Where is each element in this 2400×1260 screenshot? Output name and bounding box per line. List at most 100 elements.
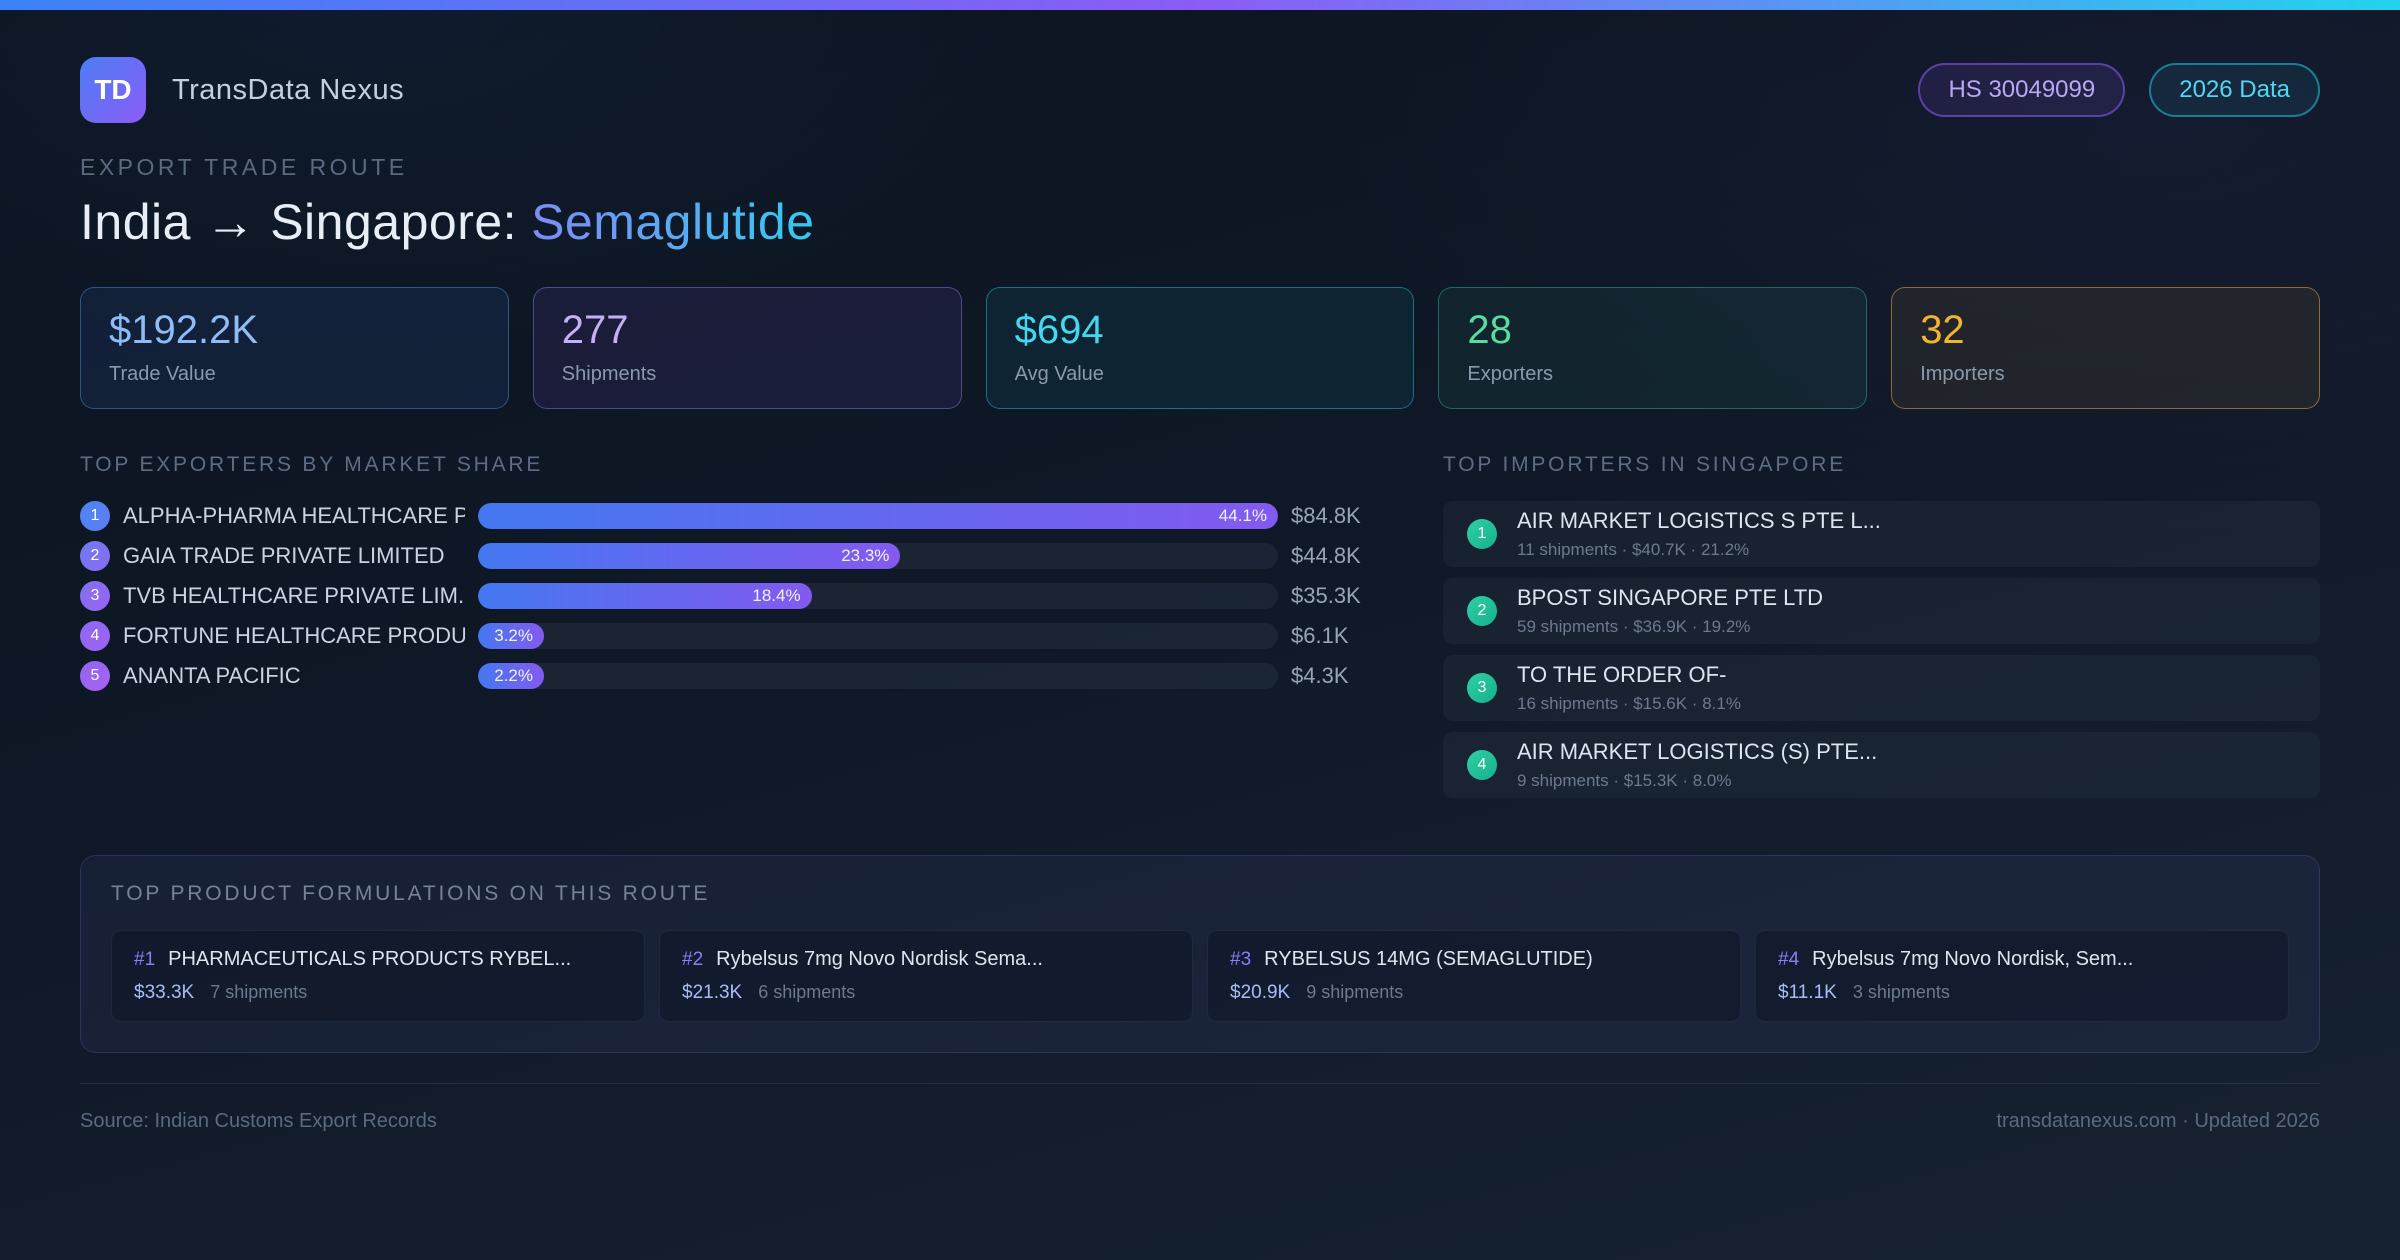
- product-card[interactable]: #3 RYBELSUS 14MG (SEMAGLUTIDE) $20.9K 9 …: [1207, 930, 1741, 1022]
- exporter-name: GAIA TRADE PRIVATE LIMITED: [123, 543, 445, 568]
- stat-value: $192.2K: [109, 308, 259, 352]
- importer-meta: 11 shipments · $40.7K · 21.2%: [1517, 540, 1750, 559]
- header: TD TransData Nexus HS 30049099 2026 Data: [80, 56, 2320, 124]
- product-name: RYBELSUS 14MG (SEMAGLUTIDE): [1264, 948, 1593, 970]
- stat-value: 32: [1920, 308, 1965, 352]
- importers-section-title: TOP IMPORTERS IN SINGAPORE: [1443, 453, 1847, 476]
- share-percent-label: 3.2%: [494, 626, 533, 645]
- stat-cards-row: $192.2K Trade Value 277 Shipments $694 A…: [80, 287, 2320, 409]
- product-value: $20.9K: [1230, 982, 1291, 1003]
- top-accent-bar: [0, 0, 2400, 10]
- exporters-section-title: TOP EXPORTERS BY MARKET SHARE: [80, 453, 544, 476]
- footer: Source: Indian Customs Export Records tr…: [80, 1083, 2320, 1133]
- rank-badge: 1: [80, 501, 110, 531]
- stat-card-importers: 32 Importers: [1891, 287, 2320, 409]
- share-percent-label: 18.4%: [752, 586, 801, 605]
- product-name: Rybelsus 7mg Novo Nordisk Sema...: [716, 948, 1043, 970]
- source-text: Source: Indian Customs Export Records: [80, 1110, 437, 1132]
- rank-badge: 2: [80, 541, 110, 571]
- exporter-name: TVB HEALTHCARE PRIVATE LIM...: [123, 583, 465, 608]
- product-rank: #3: [1230, 949, 1252, 970]
- market-share-bar-fill: 2.2%: [478, 663, 544, 689]
- market-share-bar-fill: 18.4%: [478, 583, 812, 609]
- dashboard-page: TD TransData Nexus HS 30049099 2026 Data…: [0, 10, 2400, 1133]
- exporter-name: ALPHA-PHARMA HEALTHCARE PR...: [123, 503, 465, 528]
- market-share-bar-fill: 23.3%: [478, 543, 901, 569]
- product-cards-row: #1 PHARMACEUTICALS PRODUCTS RYBEL... $33…: [111, 930, 2289, 1022]
- stat-label: Exporters: [1467, 363, 1553, 385]
- exporter-row[interactable]: 3 TVB HEALTHCARE PRIVATE LIM... 18.4% $3…: [80, 581, 1365, 611]
- product-value: $11.1K: [1778, 982, 1837, 1003]
- market-share-bar-track: 18.4%: [478, 583, 1278, 609]
- stat-value: 28: [1467, 308, 1512, 352]
- stat-label: Shipments: [561, 363, 657, 385]
- market-share-bar-track: 3.2%: [478, 623, 1278, 649]
- exporter-value: $84.8K: [1291, 503, 1361, 528]
- importer-meta: 16 shipments · $15.6K · 8.1%: [1517, 694, 1741, 713]
- product-name: Rybelsus 7mg Novo Nordisk, Sem...: [1812, 948, 2134, 970]
- app-logo: TD: [80, 57, 146, 123]
- product-card[interactable]: #1 PHARMACEUTICALS PRODUCTS RYBEL... $33…: [111, 930, 645, 1022]
- importer-name: AIR MARKET LOGISTICS S PTE L...: [1517, 508, 1881, 533]
- product-shipments: 7 shipments: [210, 982, 308, 1002]
- stat-label: Trade Value: [109, 363, 216, 385]
- products-section-title: TOP PRODUCT FORMULATIONS ON THIS ROUTE: [111, 882, 711, 905]
- importer-row[interactable]: 1 AIR MARKET LOGISTICS S PTE L... 11 shi…: [1443, 501, 2320, 567]
- rank-badge: 3: [1467, 673, 1497, 703]
- rank-badge: 3: [80, 581, 110, 611]
- stat-value: 277: [561, 308, 629, 352]
- market-share-bar-track: 2.2%: [478, 663, 1278, 689]
- product-rank: #1: [134, 949, 156, 970]
- importer-row[interactable]: 3 TO THE ORDER OF- 16 shipments · $15.6K…: [1443, 655, 2320, 721]
- share-percent-label: 2.2%: [494, 666, 533, 685]
- exporter-value: $44.8K: [1291, 543, 1361, 568]
- exporter-value: $6.1K: [1291, 623, 1349, 648]
- route-text: India → Singapore:: [80, 194, 518, 250]
- app-name: TransData Nexus: [172, 73, 405, 106]
- share-percent-label: 23.3%: [841, 546, 890, 565]
- stat-card-trade-value: $192.2K Trade Value: [80, 287, 509, 409]
- stat-card-avg-value: $694 Avg Value: [985, 287, 1415, 409]
- exporter-value: $4.3K: [1291, 663, 1349, 688]
- rank-badge: 4: [80, 621, 110, 651]
- stat-card-exporters: 28 Exporters: [1438, 287, 1868, 409]
- stat-card-shipments: 277 Shipments: [532, 287, 962, 409]
- market-share-bar-track: 44.1%: [478, 503, 1278, 529]
- product-value: $33.3K: [134, 982, 195, 1003]
- rank-badge: 4: [1467, 750, 1497, 780]
- importer-name: BPOST SINGAPORE PTE LTD: [1517, 585, 1824, 610]
- product-rank: #2: [682, 949, 704, 970]
- main-columns: TOP EXPORTERS BY MARKET SHARE 1 ALPHA-PH…: [80, 453, 2320, 809]
- exporter-name: ANANTA PACIFIC: [123, 663, 301, 688]
- exporter-row[interactable]: 4 FORTUNE HEALTHCARE PRODUCT... 3.2% $6.…: [80, 621, 1365, 651]
- eyebrow-label: EXPORT TRADE ROUTE: [80, 154, 408, 180]
- page-title: India → Singapore: Semaglutide: [80, 193, 2320, 251]
- hs-code-badge[interactable]: HS 30049099: [1918, 63, 2126, 117]
- product-highlight: Semaglutide: [531, 194, 815, 250]
- product-card[interactable]: #4 Rybelsus 7mg Novo Nordisk, Sem... $11…: [1755, 930, 2289, 1022]
- importers-section: TOP IMPORTERS IN SINGAPORE 1 AIR MARKET …: [1443, 453, 2320, 809]
- exporter-row[interactable]: 5 ANANTA PACIFIC 2.2% $4.3K: [80, 661, 1365, 691]
- exporter-row[interactable]: 1 ALPHA-PHARMA HEALTHCARE PR... 44.1% $8…: [80, 501, 1365, 531]
- stat-label: Importers: [1920, 363, 2005, 385]
- importer-name: TO THE ORDER OF-: [1517, 662, 1727, 687]
- market-share-bar-fill: 3.2%: [478, 623, 544, 649]
- importer-row[interactable]: 4 AIR MARKET LOGISTICS (S) PTE... 9 ship…: [1443, 732, 2320, 798]
- product-card[interactable]: #2 Rybelsus 7mg Novo Nordisk Sema... $21…: [659, 930, 1193, 1022]
- product-formulations-panel: TOP PRODUCT FORMULATIONS ON THIS ROUTE #…: [80, 855, 2320, 1053]
- exporter-name: FORTUNE HEALTHCARE PRODUCT...: [123, 623, 465, 648]
- product-shipments: 3 shipments: [1852, 982, 1950, 1002]
- product-name: PHARMACEUTICALS PRODUCTS RYBEL...: [168, 948, 572, 970]
- importer-row[interactable]: 2 BPOST SINGAPORE PTE LTD 59 shipments ·…: [1443, 578, 2320, 644]
- importer-name: AIR MARKET LOGISTICS (S) PTE...: [1517, 739, 1878, 764]
- year-data-badge[interactable]: 2026 Data: [2149, 63, 2320, 117]
- product-value: $21.3K: [682, 982, 743, 1003]
- exporter-row[interactable]: 2 GAIA TRADE PRIVATE LIMITED 23.3% $44.8…: [80, 541, 1365, 571]
- rank-badge: 2: [1467, 596, 1497, 626]
- site-text: transdatanexus.com · Updated 2026: [1996, 1110, 2320, 1132]
- importer-meta: 59 shipments · $36.9K · 19.2%: [1517, 617, 1751, 636]
- product-shipments: 6 shipments: [758, 982, 856, 1002]
- exporter-value: $35.3K: [1291, 583, 1361, 608]
- market-share-bar-track: 23.3%: [478, 543, 1278, 569]
- exporters-section: TOP EXPORTERS BY MARKET SHARE 1 ALPHA-PH…: [80, 453, 1365, 809]
